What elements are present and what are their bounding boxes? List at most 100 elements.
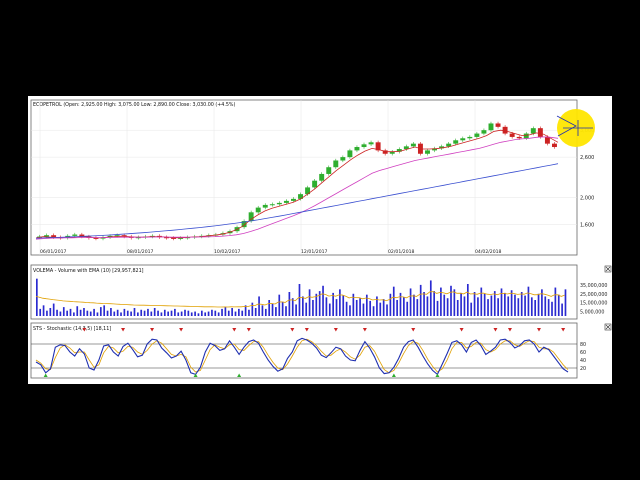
volume-bar	[86, 310, 89, 316]
volume-bar	[440, 287, 442, 316]
y-tick-label: 1,600	[580, 222, 594, 228]
volume-bar	[106, 310, 109, 316]
volume-bar	[157, 310, 159, 316]
volume-bar	[285, 306, 287, 316]
candle-body	[552, 143, 557, 148]
volume-bar	[39, 308, 42, 316]
volume-bar	[180, 311, 183, 316]
volume-bar	[517, 298, 520, 316]
volume-bar	[500, 288, 503, 316]
volume-bar	[200, 310, 203, 316]
x-tick-label: 04/02/2018	[475, 249, 502, 255]
volume-bar	[561, 303, 563, 316]
y-tick-label: 25,000,000	[580, 292, 607, 298]
y-tick-label: 35,000,000	[580, 283, 607, 289]
volume-bar	[386, 304, 388, 316]
volume-bar	[345, 301, 348, 316]
candle-body	[481, 130, 487, 134]
candle-body	[361, 144, 367, 148]
volume-bar	[322, 285, 324, 316]
price-title: ECOPETROL (Open: 2,925.00 High: 3,075.00…	[33, 102, 235, 108]
volume-bar	[514, 294, 516, 316]
volume-bar	[382, 299, 385, 316]
volume-bar	[406, 301, 409, 316]
candle-body	[51, 235, 57, 238]
volume-bar	[137, 312, 139, 316]
candle-body	[255, 207, 261, 213]
volume-bar	[288, 292, 291, 316]
volume-bar	[147, 308, 149, 316]
volume-bar	[227, 310, 230, 316]
volume-bar	[443, 294, 446, 316]
volume-bar	[163, 309, 166, 316]
volume-bar	[56, 309, 58, 316]
volume-bar	[419, 284, 422, 316]
volume-bar	[116, 309, 119, 316]
candle-body	[495, 123, 501, 127]
volume-bar	[332, 292, 334, 316]
volume-bar	[258, 296, 260, 316]
stoch-y-ticks: 80 60 40 20	[580, 342, 586, 372]
volume-bar	[429, 280, 432, 316]
volume-bar	[160, 312, 163, 316]
stock-chart: ECOPETROL (Open: 2,925.00 High: 3,075.00…	[30, 99, 612, 379]
volume-title: VOLEMA - Volume with EMA (10) [29,957,82…	[33, 268, 144, 274]
candle-body	[262, 204, 268, 208]
volume-bar	[389, 293, 392, 316]
volume-bar	[551, 301, 553, 316]
volume-bar	[194, 311, 196, 316]
volume-bar	[99, 307, 102, 316]
candle-body	[425, 150, 430, 154]
volume-bar	[507, 296, 510, 316]
candle-body	[467, 136, 473, 139]
volume-bar	[325, 297, 328, 316]
volume-bar	[312, 300, 314, 316]
candle-body	[354, 147, 360, 151]
volume-bar	[254, 308, 257, 316]
volume-bar	[403, 297, 405, 316]
candle-body	[453, 140, 459, 144]
volume-bar	[150, 311, 153, 316]
volume-bar	[298, 284, 301, 316]
candle-body	[347, 150, 353, 158]
volume-bar	[69, 308, 72, 316]
volume-bar	[52, 303, 55, 316]
close-stoch-button[interactable]	[604, 323, 612, 331]
volume-bar	[234, 311, 237, 316]
volume-bar	[426, 296, 429, 316]
price-panel	[30, 99, 578, 256]
volume-bar	[339, 289, 341, 316]
volume-bar	[268, 300, 271, 316]
volume-bar	[190, 312, 193, 316]
volume-bar	[66, 310, 68, 316]
y-tick-label: 2,000	[580, 196, 594, 202]
candle-body	[283, 200, 289, 203]
volume-bar	[291, 298, 294, 316]
volume-bar	[436, 300, 439, 316]
close-volume-button[interactable]	[604, 265, 612, 273]
volume-bar	[530, 297, 533, 316]
volume-bar	[433, 291, 435, 316]
volume-bar	[62, 307, 65, 316]
x-tick-label: 06/01/2017	[40, 249, 67, 255]
volume-bar	[534, 300, 537, 316]
volume-bar	[504, 292, 506, 316]
x-tick-label: 02/01/2018	[388, 249, 415, 255]
candle-body	[340, 157, 346, 161]
volume-bar	[167, 311, 169, 316]
volume-bar	[372, 306, 375, 316]
volume-bar	[76, 306, 79, 316]
volume-bar	[120, 312, 122, 316]
candle-body	[368, 142, 374, 145]
volume-bar	[170, 310, 173, 316]
volume-bar	[211, 309, 213, 316]
volume-bar	[59, 311, 62, 316]
volume-bar	[153, 308, 156, 316]
candle-body	[516, 136, 522, 139]
volume-bar	[527, 286, 530, 316]
volume-bar	[453, 289, 456, 316]
y-tick-label: 20	[580, 366, 586, 372]
volume-bar	[221, 308, 223, 316]
volume-bar	[79, 309, 82, 316]
volume-bar	[238, 308, 240, 316]
